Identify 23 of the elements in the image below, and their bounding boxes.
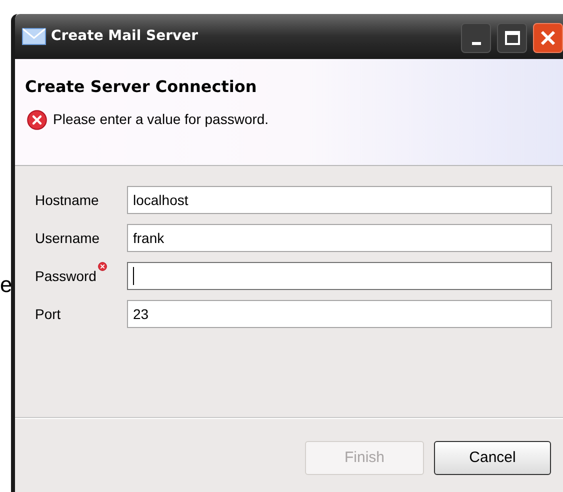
field-label: Password [35,267,96,286]
minimize-button[interactable] [461,22,491,52]
field-label: Username [35,229,100,248]
window-title: Create Mail Server [51,27,198,46]
text-field[interactable]: localhost [127,186,552,214]
field-error-icon [98,262,108,271]
close-icon [540,30,556,46]
minimize-icon [472,42,480,44]
text-field[interactable] [127,262,552,290]
close-button[interactable] [533,22,563,52]
text-field[interactable]: frank [127,224,552,252]
field-label: Hostname [35,191,99,210]
error-icon [27,110,47,130]
text-field[interactable]: 23 [127,300,552,328]
maximize-icon [504,30,520,44]
background-text: e [0,272,12,298]
text-cursor [133,267,134,285]
envelope-icon [22,28,46,45]
field-label: Port [35,305,61,324]
maximize-button[interactable] [497,22,527,52]
error-message: Please enter a value for password. [53,110,269,129]
cancel-button[interactable]: Cancel [434,441,551,475]
page-title: Create Server Connection [25,76,258,98]
